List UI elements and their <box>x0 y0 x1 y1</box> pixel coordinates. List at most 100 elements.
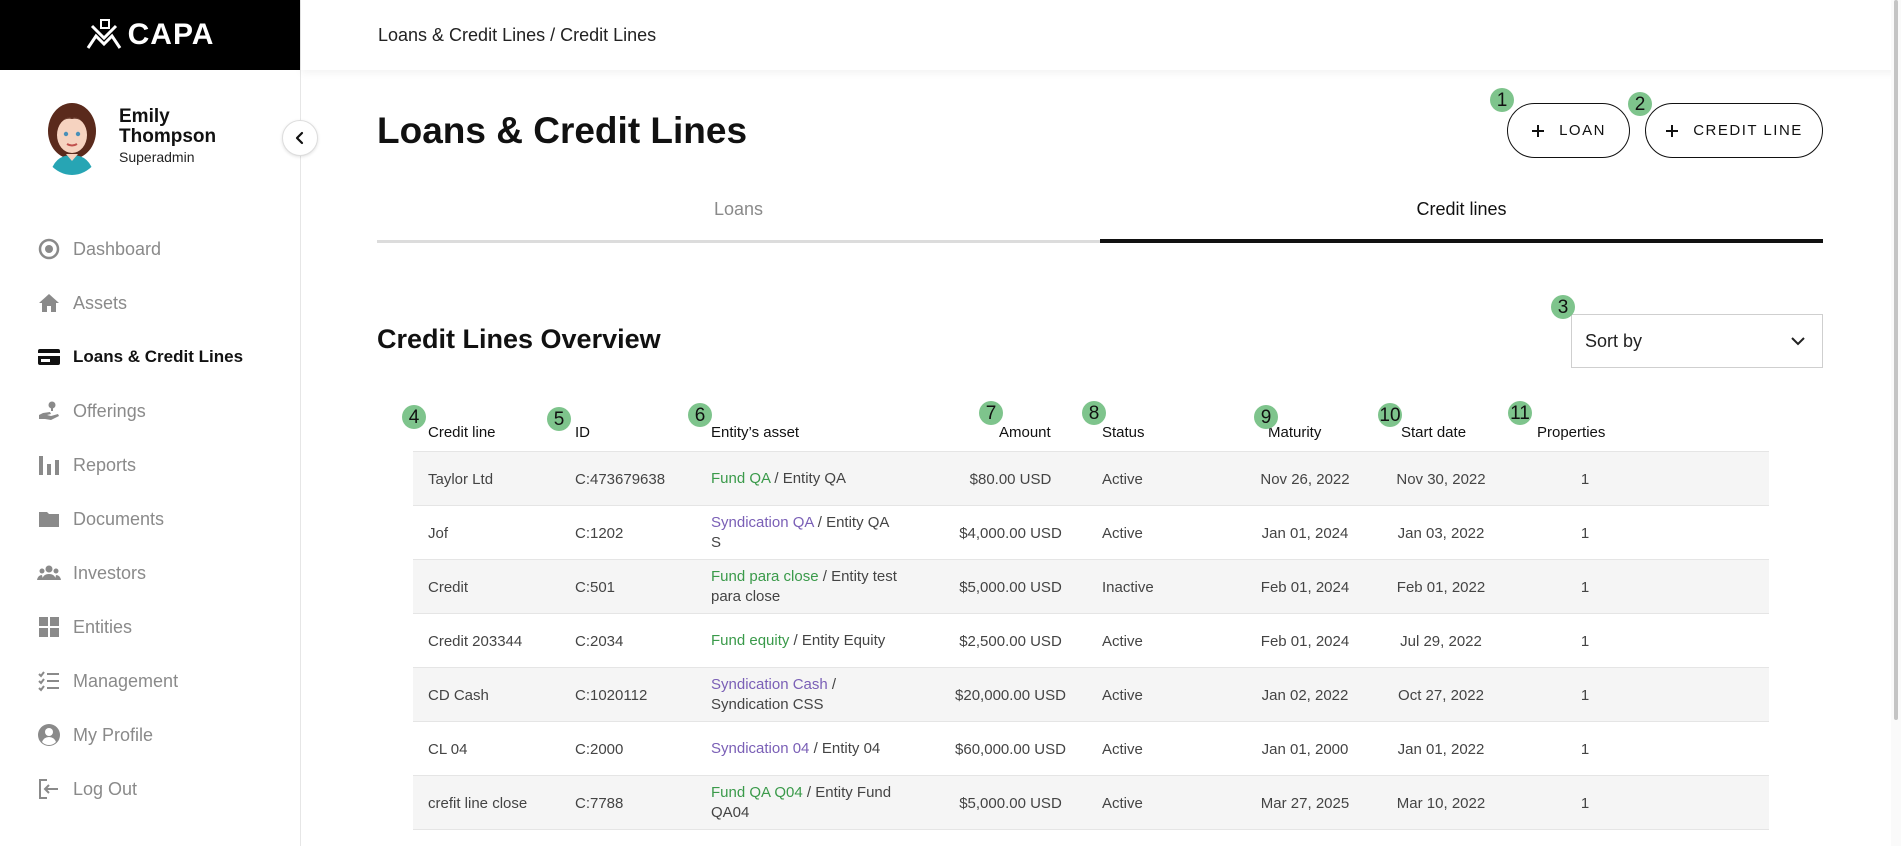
logo-text: CAPA <box>127 18 215 51</box>
sidebar-item-dashboard[interactable]: Dashboard <box>0 222 300 276</box>
asset-link[interactable]: Fund equity <box>711 632 789 649</box>
cell-credit-line: Credit <box>428 578 469 596</box>
table-row[interactable]: CL 04 C:2000 Syndication 04 / Entity 04 $60… <box>413 722 1769 776</box>
avatar[interactable] <box>40 97 104 175</box>
table-row[interactable]: crefit line close C:7788 Fund QA Q04 / Ent… <box>413 776 1769 830</box>
cell-status: Active <box>1102 632 1143 650</box>
annotation-marker: 8 <box>1082 401 1106 425</box>
tabs: Loans Credit lines <box>377 185 1823 243</box>
cell-credit-line: Taylor Ltd <box>428 470 494 488</box>
column-header-properties[interactable]: Properties <box>1537 424 1605 441</box>
cell-id: C:2034 <box>575 632 624 650</box>
sidebar: CAPA Emily Thompson Superadmin Dashboard… <box>0 0 318 846</box>
sort-select[interactable]: Sort by <box>1571 314 1823 368</box>
annotation-marker: 2 <box>1628 92 1652 116</box>
column-header-credit-line[interactable]: Credit line <box>428 424 496 441</box>
capa-logo-icon <box>86 19 121 49</box>
cell-amount: $5,000.00 USD <box>959 578 1062 596</box>
sidebar-item-offerings[interactable]: Offerings <box>0 384 300 438</box>
annotation-marker: 3 <box>1551 295 1575 319</box>
add-loan-button[interactable]: LOAN <box>1507 103 1630 158</box>
page-title: Loans & Credit Lines <box>377 110 748 151</box>
table-row[interactable]: CD Cash C:1020112 Syndication Cash / Syndi… <box>413 668 1769 722</box>
cell-properties: 1 <box>1580 578 1590 596</box>
page-scrollbar[interactable] <box>1891 0 1901 846</box>
sidebar-item-documents[interactable]: Documents <box>0 492 300 546</box>
logo-bar: CAPA <box>0 0 300 70</box>
cell-properties: 1 <box>1580 740 1590 758</box>
cell-entity-asset: Syndication Cash / Syndication CSS <box>711 668 901 722</box>
sidebar-item-loans-credit-lines[interactable]: Loans & Credit Lines <box>0 330 300 384</box>
tab-loans[interactable]: Loans <box>377 185 1100 243</box>
asset-link[interactable]: Syndication Cash <box>711 676 828 693</box>
asset-link[interactable]: Fund para close <box>711 568 819 585</box>
column-header-maturity[interactable]: Maturity <box>1268 424 1321 441</box>
column-header-start-date[interactable]: Start date <box>1401 424 1466 441</box>
chevron-down-icon <box>1791 337 1805 346</box>
cell-amount: $5,000.00 USD <box>959 794 1062 812</box>
checklist-icon <box>37 669 61 693</box>
bar-chart-icon <box>37 453 61 477</box>
table-body: Taylor Ltd C:473679638 Fund QA / Entity QA… <box>413 452 1769 830</box>
entity-name: / Entity QA <box>770 470 847 487</box>
sidebar-nav: Dashboard Assets Loans & Credit Lines Of… <box>0 222 300 816</box>
cell-properties: 1 <box>1580 794 1590 812</box>
annotation-marker: 1 <box>1490 88 1514 112</box>
table-row[interactable]: Credit C:501 Fund para close / Entity test… <box>413 560 1769 614</box>
cell-entity-asset: Syndication 04 / Entity 04 <box>711 722 901 776</box>
column-header-status[interactable]: Status <box>1102 424 1145 441</box>
cell-properties: 1 <box>1580 470 1590 488</box>
sidebar-item-reports[interactable]: Reports <box>0 438 300 492</box>
asset-link[interactable]: Fund QA <box>711 470 770 487</box>
sidebar-item-management[interactable]: Management <box>0 654 300 708</box>
cell-maturity: Jan 02, 2022 <box>1261 686 1349 704</box>
cell-entity-asset: Fund equity / Entity Equity <box>711 614 901 668</box>
sidebar-item-entities[interactable]: Entities <box>0 600 300 654</box>
table-row[interactable]: Taylor Ltd C:473679638 Fund QA / Entity QA… <box>413 452 1769 506</box>
asset-link[interactable]: Fund QA Q04 <box>711 784 803 801</box>
cell-status: Active <box>1102 524 1143 542</box>
sidebar-item-label: Entities <box>73 616 133 637</box>
cell-credit-line: crefit line close <box>428 794 528 812</box>
people-icon <box>37 561 61 585</box>
cell-id: C:473679638 <box>575 470 666 488</box>
cell-maturity: Feb 01, 2024 <box>1260 632 1350 650</box>
logout-icon <box>37 777 61 801</box>
tab-credit-lines[interactable]: Credit lines <box>1100 185 1823 243</box>
capa-logo[interactable]: CAPA <box>86 18 215 52</box>
sidebar-item-label: Documents <box>73 508 165 529</box>
table-row[interactable]: Credit 203344 C:2034 Fund equity / Entity … <box>413 614 1769 668</box>
asset-link[interactable]: Syndication 04 <box>711 740 809 757</box>
cell-id: C:501 <box>575 578 616 596</box>
breadcrumb-text[interactable]: Loans & Credit Lines / Credit Lines <box>378 25 656 46</box>
collapse-sidebar-button[interactable] <box>282 120 318 156</box>
add-credit-line-button[interactable]: CREDIT LINE <box>1645 103 1823 158</box>
hand-money-icon <box>37 399 61 423</box>
sidebar-item-log-out[interactable]: Log Out <box>0 762 300 816</box>
asset-link[interactable]: Syndication QA <box>711 514 814 531</box>
cell-start-date: Oct 27, 2022 <box>1398 686 1484 704</box>
table-row[interactable]: Jof C:1202 Syndication QA / Entity QA S $4,… <box>413 506 1769 560</box>
cell-status: Active <box>1102 794 1143 812</box>
column-header-entity-asset[interactable]: Entity’s asset <box>711 424 799 441</box>
sidebar-item-label: Dashboard <box>73 238 162 259</box>
sidebar-item-label: Reports <box>73 454 137 475</box>
cell-id: C:7788 <box>575 794 624 812</box>
user-profile: Emily Thompson Superadmin <box>0 70 318 202</box>
sidebar-item-my-profile[interactable]: My Profile <box>0 708 300 762</box>
home-icon <box>37 291 61 315</box>
cell-credit-line: CL 04 <box>428 740 468 758</box>
cell-properties: 1 <box>1580 632 1590 650</box>
cell-status: Active <box>1102 740 1143 758</box>
column-header-id[interactable]: ID <box>575 424 590 441</box>
cell-properties: 1 <box>1580 524 1590 542</box>
scrollbar-thumb[interactable] <box>1894 0 1898 720</box>
cell-status: Active <box>1102 470 1143 488</box>
sidebar-item-assets[interactable]: Assets <box>0 276 300 330</box>
column-header-amount[interactable]: Amount <box>999 424 1051 441</box>
entity-name: / Entity 04 <box>809 740 881 757</box>
cell-id: C:1020112 <box>575 686 648 704</box>
sidebar-item-investors[interactable]: Investors <box>0 546 300 600</box>
sidebar-item-label: Loans & Credit Lines <box>73 347 244 366</box>
dashboard-icon <box>37 237 61 261</box>
